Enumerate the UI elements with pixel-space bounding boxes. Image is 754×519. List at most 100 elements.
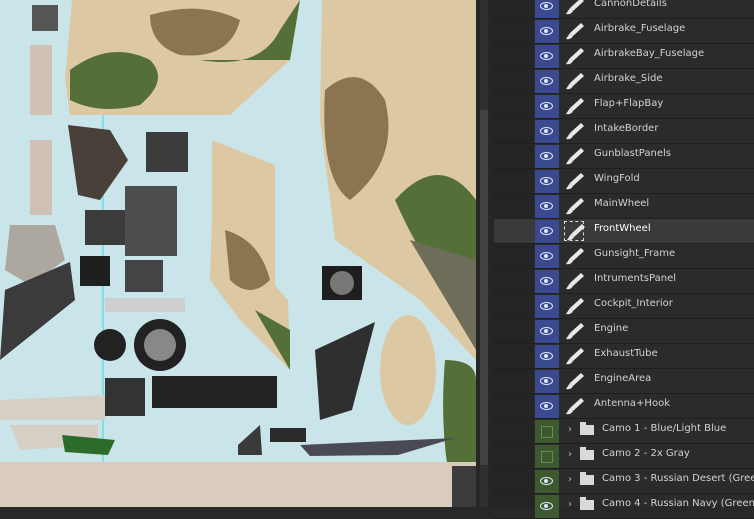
layer-name: Airbrake_Fuselage: [594, 23, 686, 34]
brush-icon: [566, 148, 584, 165]
layer-thumbnail: [564, 271, 586, 291]
visibility-toggle[interactable]: [535, 95, 559, 118]
visibility-toggle[interactable]: [535, 245, 559, 268]
layer-row[interactable]: ExhaustTube: [494, 344, 754, 369]
visibility-toggle[interactable]: [535, 120, 559, 143]
chevron-right-icon[interactable]: ›: [568, 449, 572, 460]
eye-icon: [540, 227, 553, 235]
layer-group-row[interactable]: › Camo 1 - Blue/Light Blue: [494, 419, 754, 444]
eye-icon: [540, 277, 553, 285]
visibility-toggle[interactable]: [535, 20, 559, 43]
brush-icon: [566, 248, 584, 265]
group-name: Camo 2 - 2x Gray: [602, 448, 690, 459]
layer-row[interactable]: IntrumentsPanel: [494, 269, 754, 294]
folder-icon: [580, 422, 594, 435]
layer-thumbnail: [564, 396, 586, 416]
layer-row[interactable]: IntakeBorder: [494, 119, 754, 144]
visibility-toggle[interactable]: [535, 295, 559, 318]
layer-thumbnail: [564, 96, 586, 116]
visibility-toggle[interactable]: [535, 270, 559, 293]
folder-icon: [580, 497, 594, 510]
visibility-toggle[interactable]: [535, 320, 559, 343]
layer-thumbnail: [564, 246, 586, 266]
layer-name: CannonDetails: [594, 0, 667, 9]
eye-icon: [540, 52, 553, 60]
chevron-right-icon[interactable]: ›: [568, 424, 572, 435]
chevron-right-icon[interactable]: ›: [568, 474, 572, 485]
layer-row[interactable]: GunblastPanels: [494, 144, 754, 169]
layer-row[interactable]: Airbrake_Fuselage: [494, 19, 754, 44]
layer-name: GunblastPanels: [594, 148, 671, 159]
visibility-toggle[interactable]: [535, 445, 559, 468]
visibility-toggle[interactable]: [535, 220, 559, 243]
brush-icon: [566, 398, 584, 415]
visibility-toggle[interactable]: [535, 170, 559, 193]
brush-icon: [566, 173, 584, 190]
eye-icon: [540, 477, 553, 485]
layer-name: Gunsight_Frame: [594, 248, 676, 259]
eye-icon: [540, 127, 553, 135]
visibility-toggle[interactable]: [535, 395, 559, 418]
layer-row[interactable]: MainWheel: [494, 194, 754, 219]
layer-thumbnail: [564, 196, 586, 216]
hidden-box-icon: [541, 426, 553, 438]
eye-icon: [540, 302, 553, 310]
layer-group-row[interactable]: › Camo 3 - Russian Desert (Green/B: [494, 469, 754, 494]
eye-icon: [540, 152, 553, 160]
eye-icon: [540, 2, 553, 10]
layer-thumbnail: [564, 321, 586, 341]
layer-row[interactable]: Gunsight_Frame: [494, 244, 754, 269]
layer-name: MainWheel: [594, 198, 650, 209]
layer-row[interactable]: EngineArea: [494, 369, 754, 394]
brush-icon: [566, 98, 584, 115]
eye-icon: [540, 77, 553, 85]
visibility-toggle[interactable]: [535, 45, 559, 68]
layer-row[interactable]: AirbrakeBay_Fuselage: [494, 44, 754, 69]
group-name: Camo 4 - Russian Navy (Green/Bl: [602, 498, 754, 509]
visibility-toggle[interactable]: [535, 420, 559, 443]
brush-icon: [566, 348, 584, 365]
layer-row[interactable]: CannonDetails: [494, 0, 754, 19]
brush-icon: [566, 323, 584, 340]
layer-name: AirbrakeBay_Fuselage: [594, 48, 705, 59]
layer-row[interactable]: Antenna+Hook: [494, 394, 754, 419]
layer-name: Engine: [594, 323, 629, 334]
layer-row[interactable]: Cockpit_Interior: [494, 294, 754, 319]
layer-row[interactable]: Airbrake_Side: [494, 69, 754, 94]
layer-row[interactable]: FrontWheel: [494, 219, 754, 244]
eye-icon: [540, 177, 553, 185]
visibility-toggle[interactable]: [535, 470, 559, 493]
eye-icon: [540, 502, 553, 510]
brush-icon: [566, 298, 584, 315]
visibility-toggle[interactable]: [535, 195, 559, 218]
brush-icon: [566, 48, 584, 65]
layer-row[interactable]: Engine: [494, 319, 754, 344]
folder-icon: [580, 472, 594, 485]
layer-thumbnail: [564, 21, 586, 41]
hidden-box-icon: [541, 451, 553, 463]
visibility-toggle[interactable]: [535, 70, 559, 93]
eye-icon: [540, 202, 553, 210]
eye-icon: [540, 102, 553, 110]
layer-thumbnail: [564, 121, 586, 141]
texture-canvas[interactable]: [0, 0, 476, 507]
layer-thumbnail: [564, 221, 585, 241]
layer-name: WingFold: [594, 173, 640, 184]
layer-group-row[interactable]: › Camo 2 - 2x Gray: [494, 444, 754, 469]
visibility-toggle[interactable]: [535, 145, 559, 168]
visibility-toggle[interactable]: [535, 345, 559, 368]
layer-row[interactable]: WingFold: [494, 169, 754, 194]
layer-row[interactable]: Flap+FlapBay: [494, 94, 754, 119]
layer-name: Antenna+Hook: [594, 398, 670, 409]
visibility-toggle[interactable]: [535, 370, 559, 393]
canvas-scrollbar[interactable]: [480, 0, 488, 507]
layer-name: Airbrake_Side: [594, 73, 663, 84]
layer-name: Flap+FlapBay: [594, 98, 664, 109]
layer-name: EngineArea: [594, 373, 652, 384]
chevron-right-icon[interactable]: ›: [568, 499, 572, 510]
layer-thumbnail: [564, 171, 586, 191]
layer-thumbnail: [564, 46, 586, 66]
layer-name: ExhaustTube: [594, 348, 658, 359]
canvas-scroll-thumb[interactable]: [480, 110, 488, 465]
visibility-toggle[interactable]: [535, 0, 559, 18]
